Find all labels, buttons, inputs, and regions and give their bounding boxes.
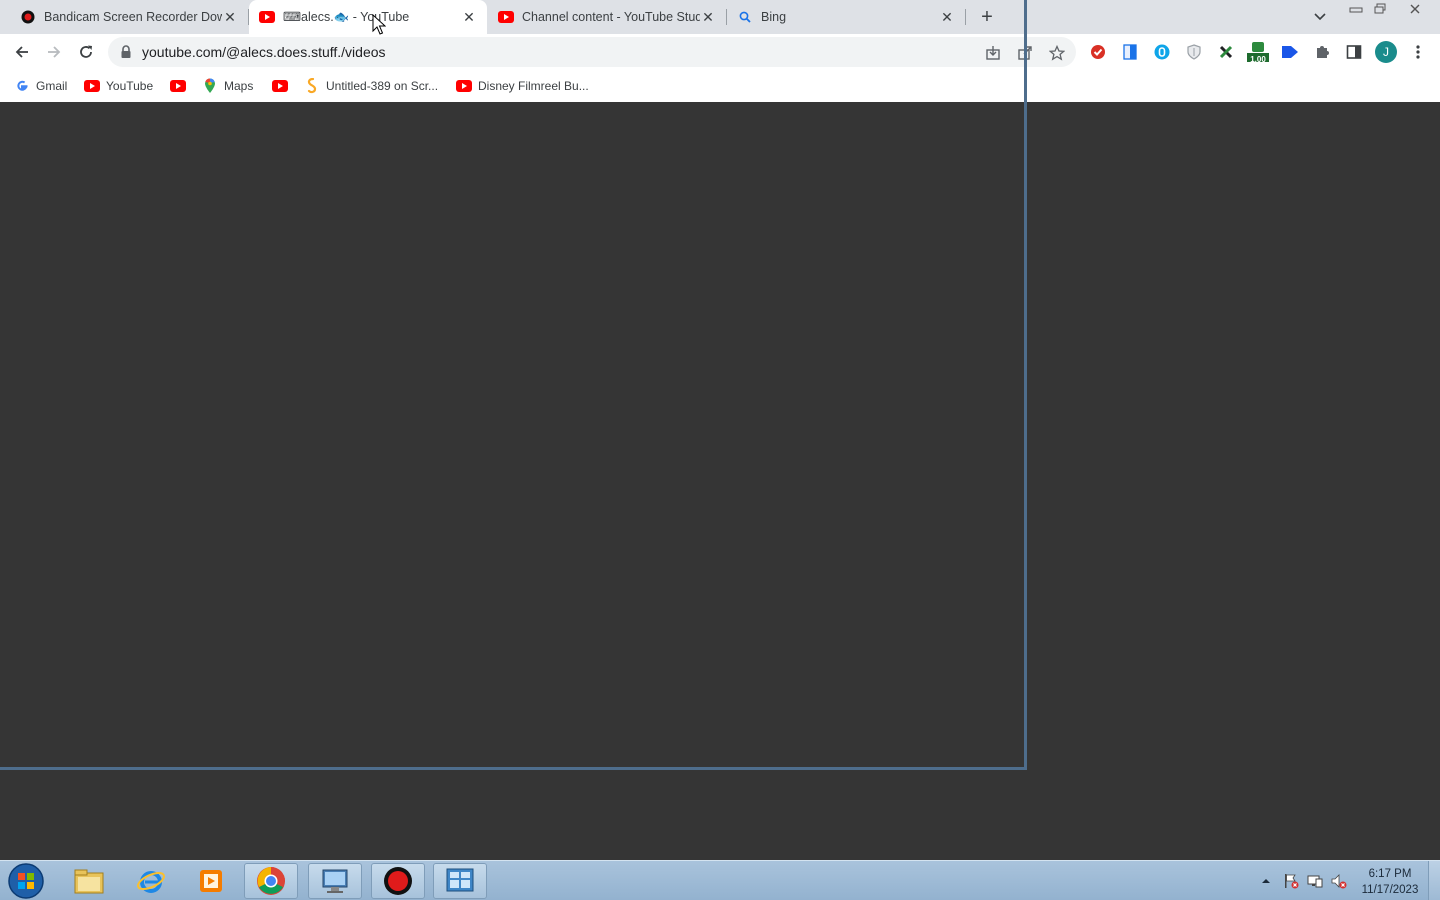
bookmark-maps[interactable]: Maps: [202, 76, 253, 96]
bookmark-label: Disney Filmreel Bu...: [478, 79, 589, 93]
tab-close-button[interactable]: ✕: [700, 9, 716, 25]
url-text[interactable]: youtube.com/@alecs.does.stuff./videos: [142, 44, 386, 60]
show-hidden-icons-chevron-icon[interactable]: [1258, 873, 1274, 889]
puzzle-extensions-icon[interactable]: [1312, 42, 1332, 62]
reload-button[interactable]: [74, 40, 98, 64]
restore-window-button[interactable]: [1367, 0, 1393, 17]
bookmark-label: Gmail: [36, 79, 68, 93]
action-center-flag-icon[interactable]: [1283, 873, 1299, 889]
close-window-button[interactable]: [1400, 0, 1430, 17]
tab-youtube-studio[interactable]: Channel content - YouTube Studi ✕: [488, 0, 726, 34]
google-icon: [14, 78, 30, 94]
side-panel-icon[interactable]: [1344, 42, 1364, 62]
volume-muted-icon[interactable]: [1331, 873, 1347, 889]
minimize-window-button[interactable]: [1343, 0, 1369, 17]
notes-extension-icon[interactable]: [1120, 42, 1140, 62]
bookmark-youtube-untitled[interactable]: [170, 76, 192, 96]
maps-pin-icon: [202, 78, 218, 94]
youtube-icon: [259, 9, 275, 25]
media-player-icon[interactable]: [184, 863, 238, 899]
capture-region-frame: [0, 102, 1027, 770]
tab-title: Bing: [761, 10, 787, 24]
clock-date: 11/17/2023: [1361, 884, 1419, 896]
address-bar[interactable]: youtube.com/@alecs.does.stuff./videos: [108, 37, 1076, 67]
search-icon: [737, 9, 753, 25]
tab-bing[interactable]: Bing ✕: [727, 0, 965, 34]
taskbar: 6:17 PM 11/17/2023: [0, 860, 1440, 900]
back-button[interactable]: [10, 40, 34, 64]
bookmark-youtube-untitled[interactable]: [272, 76, 294, 96]
control-panel-icon[interactable]: [433, 863, 487, 899]
bookmark-star-icon[interactable]: [1048, 44, 1066, 62]
bookmark-gmail[interactable]: Gmail: [14, 76, 67, 96]
youtube-icon: [170, 78, 186, 94]
bandicam-taskbar-icon[interactable]: [371, 863, 425, 899]
speed-extension-icon[interactable]: 1.00: [1246, 42, 1270, 64]
adblock-extension-icon[interactable]: [1088, 42, 1108, 62]
tab-separator: [965, 9, 966, 25]
internet-explorer-icon[interactable]: [124, 863, 178, 899]
menu-kebab-icon[interactable]: [1408, 42, 1428, 62]
file-explorer-icon[interactable]: [62, 863, 116, 899]
mouse-pointer-icon: [372, 13, 387, 36]
show-desktop-button[interactable]: [1428, 861, 1440, 900]
tab-close-button[interactable]: ✕: [222, 9, 238, 25]
youtube-icon: [498, 9, 514, 25]
tab-bandicam[interactable]: Bandicam Screen Recorder Down ✕: [0, 0, 248, 34]
bookmark-disney-filmreel[interactable]: Disney Filmreel Bu...: [456, 76, 589, 96]
start-button[interactable]: [6, 862, 46, 900]
bookmark-label: Maps: [224, 79, 254, 93]
bookmark-youtube[interactable]: YouTube: [84, 76, 153, 96]
tab-title: Channel content - YouTube Studi: [522, 10, 700, 24]
tab-youtube-channel[interactable]: ⌨alecs.🐟 - YouTube ✕: [249, 0, 487, 34]
bookmark-scratch[interactable]: Untitled-389 on Scr...: [304, 76, 438, 96]
tab-strip: Bandicam Screen Recorder Down ✕ ⌨alecs.🐟…: [0, 0, 1440, 34]
remote-desktop-icon[interactable]: [308, 863, 362, 899]
youtube-icon: [272, 78, 288, 94]
forward-button[interactable]: [42, 40, 66, 64]
system-clock[interactable]: 6:17 PM 11/17/2023: [1352, 866, 1428, 898]
youtube-icon: [456, 78, 472, 94]
chrome-taskbar-button[interactable]: [244, 863, 298, 899]
bookmark-label: YouTube: [106, 79, 154, 93]
install-app-icon[interactable]: [984, 44, 1002, 62]
scratch-icon: [304, 78, 320, 94]
clock-time: 6:17 PM: [1368, 868, 1412, 880]
arrow-extension-icon[interactable]: [1280, 42, 1300, 62]
tab-search-chevron-icon[interactable]: [1310, 8, 1330, 26]
tab-title: Bandicam Screen Recorder Down: [44, 10, 222, 24]
page-viewport[interactable]: [0, 102, 1440, 860]
tab-close-button[interactable]: ✕: [939, 9, 955, 25]
tools-extension-icon[interactable]: [1216, 42, 1236, 62]
browser-toolbar: youtube.com/@alecs.does.stuff./videos 1.…: [0, 34, 1440, 70]
tab-close-button[interactable]: ✕: [461, 9, 477, 25]
shield-extension-icon[interactable]: [1184, 42, 1204, 62]
capture-region-frame-edge: [1024, 0, 1027, 102]
bookmarks-bar: Gmail YouTube Maps Untitled-389 on Scr..…: [0, 70, 1440, 102]
bandicam-icon: [20, 9, 36, 25]
new-tab-button[interactable]: +: [976, 6, 998, 28]
vpn-extension-icon[interactable]: [1152, 42, 1172, 62]
lock-icon[interactable]: [120, 45, 132, 59]
bookmark-label: Untitled-389 on Scr...: [326, 79, 439, 93]
speed-badge: 1.00: [1250, 55, 1266, 64]
youtube-icon: [84, 78, 100, 94]
network-icon[interactable]: [1307, 873, 1323, 889]
profile-avatar[interactable]: J: [1375, 41, 1397, 63]
